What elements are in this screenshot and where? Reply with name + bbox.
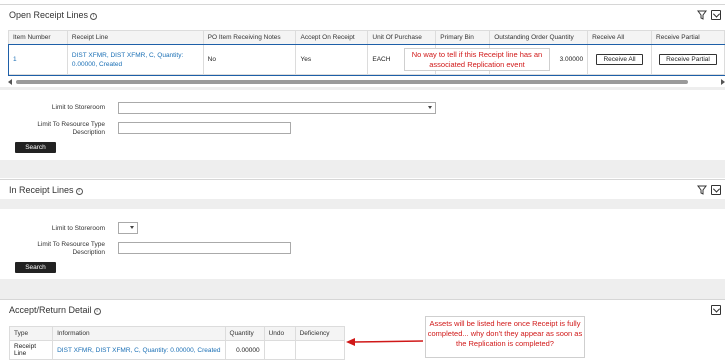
col-receipt-line[interactable]: Receipt Line (66, 30, 204, 45)
collapse-icon[interactable] (711, 185, 721, 195)
col-unit-of-purchase[interactable]: Unit Of Purchase (367, 30, 437, 45)
collapse-icon[interactable] (711, 305, 721, 315)
col-information[interactable]: Information (52, 326, 226, 341)
col-accept-on-receipt[interactable]: Accept On Receipt (295, 30, 369, 45)
search-button[interactable]: Search (15, 142, 56, 153)
quantity-cell: 0.00000 (224, 340, 265, 360)
accept-return-title: Accept/Return Detail i (9, 305, 101, 315)
scroll-left-icon[interactable] (8, 79, 12, 85)
table-header-row: Type Information Quantity Undo Deficienc… (8, 326, 346, 341)
section-gap (0, 279, 725, 299)
col-deficiency[interactable]: Deficiency (294, 326, 346, 341)
in-receipt-lines-title: In Receipt Lines i (9, 185, 83, 195)
assets-callout: Assets will be listed here once Receipt … (425, 316, 585, 358)
col-quantity[interactable]: Quantity (224, 326, 265, 341)
section-gap (0, 160, 725, 178)
info-icon[interactable]: i (90, 13, 98, 20)
storeroom-select[interactable] (118, 102, 436, 114)
info-icon[interactable]: i (93, 308, 101, 315)
scroll-right-icon[interactable] (721, 79, 725, 85)
col-primary-bin[interactable]: Primary Bin (435, 30, 491, 45)
storeroom-select[interactable] (118, 222, 138, 234)
table-row[interactable]: Receipt Line DIST XFMR, DIST XFMR, C, Qu… (8, 340, 346, 360)
col-outstanding-qty[interactable]: Outstanding Order Quantity (489, 30, 589, 45)
arrow-icon (346, 338, 424, 346)
accept-return-table: Type Information Quantity Undo Deficienc… (8, 326, 346, 360)
col-receive-all[interactable]: Receive All (587, 30, 653, 45)
receive-partial-button[interactable]: Receive Partial (659, 54, 717, 65)
resource-type-label: Limit To Resource Type Description (37, 121, 105, 136)
resource-type-input[interactable] (118, 122, 291, 134)
storeroom-label: Limit to Storeroom (51, 104, 105, 111)
accept-cell: Yes (295, 44, 369, 75)
horizontal-scrollbar[interactable] (8, 79, 725, 85)
receipt-line-link[interactable]: DIST XFMR, DIST XFMR, C, Quantity: 0.000… (66, 44, 204, 75)
deficiency-cell (294, 340, 346, 360)
resource-type-input[interactable] (118, 242, 291, 254)
col-receive-partial[interactable]: Receive Partial (651, 30, 725, 45)
filter-icon[interactable] (697, 10, 707, 20)
col-undo[interactable]: Undo (263, 326, 296, 341)
search-button[interactable]: Search (15, 262, 56, 273)
col-po-notes[interactable]: PO Item Receiving Notes (202, 30, 297, 45)
in-receipt-lines-header: In Receipt Lines i (0, 179, 725, 199)
type-cell: Receipt Line (8, 340, 54, 360)
table-row[interactable]: 1 DIST XFMR, DIST XFMR, C, Quantity: 0.0… (7, 43, 725, 76)
divider (0, 87, 725, 90)
notes-cell: No (202, 44, 297, 75)
item-number-cell: 1 (8, 44, 68, 75)
info-icon[interactable]: i (75, 188, 83, 195)
information-link[interactable]: DIST XFMR, DIST XFMR, C, Quantity: 0.000… (52, 340, 226, 360)
chevron-down-icon (130, 226, 134, 229)
resource-type-label: Limit To Resource Type Description (37, 241, 105, 256)
col-type[interactable]: Type (8, 326, 54, 341)
collapse-icon[interactable] (711, 10, 721, 20)
storeroom-label: Limit to Storeroom (51, 225, 105, 232)
open-receipt-lines-header: Open Receipt Lines i (0, 4, 725, 24)
replication-callout: No way to tell if this Receipt line has … (404, 48, 550, 71)
chevron-down-icon (428, 106, 432, 109)
divider (0, 199, 725, 209)
scrollbar-thumb[interactable] (16, 80, 688, 84)
undo-cell[interactable] (263, 340, 296, 360)
filter-icon[interactable] (697, 185, 707, 195)
open-receipt-lines-table: Item Number Receipt Line PO Item Receivi… (7, 30, 725, 76)
col-item-number[interactable]: Item Number (8, 30, 68, 45)
receive-all-button[interactable]: Receive All (596, 54, 643, 65)
table-header-row: Item Number Receipt Line PO Item Receivi… (8, 30, 725, 45)
accept-return-header: Accept/Return Detail i (0, 299, 725, 319)
open-receipt-lines-title: Open Receipt Lines i (9, 10, 98, 20)
